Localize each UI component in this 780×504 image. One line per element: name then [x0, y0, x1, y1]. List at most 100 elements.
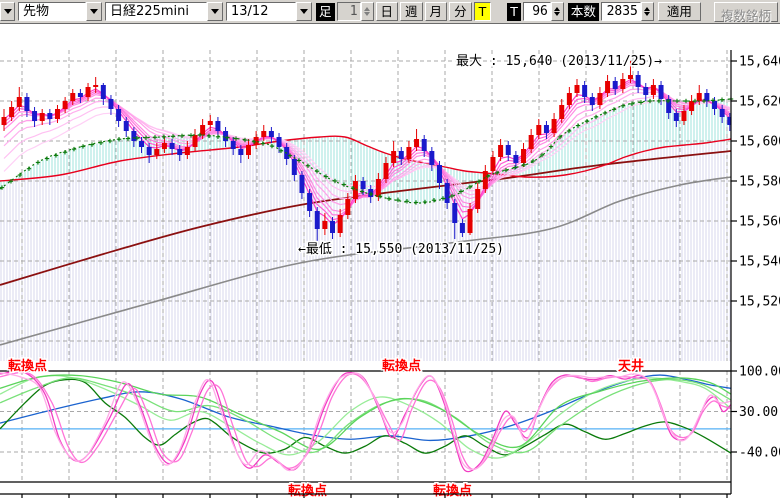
candle-up [521, 149, 527, 163]
candle-up [9, 107, 15, 117]
oscillator-axis-label: 30.00 [739, 405, 778, 420]
candle-down [421, 139, 427, 151]
candle-up [337, 215, 343, 233]
instrument-combo[interactable]: 日経225mini [105, 2, 223, 21]
period-week-button[interactable]: 週 [400, 2, 423, 21]
min-price-annotation: ←最低 : 15,550 (2013/11/25) [298, 242, 504, 257]
candle-down [589, 97, 595, 105]
candle-up [681, 111, 687, 121]
contract-month-dropdown-button[interactable] [296, 2, 312, 21]
candle-up [70, 93, 76, 101]
contract-month-combo[interactable]: 13/12 [226, 2, 312, 21]
candle-up [383, 163, 389, 179]
candle-down [612, 81, 618, 89]
oscillator-series-light-green-2 [0, 377, 731, 454]
candle-up [490, 157, 496, 171]
spinner-icon[interactable] [550, 2, 564, 21]
tick-count-value: 96 [522, 2, 551, 21]
candle-down [330, 221, 336, 233]
candle-down [139, 141, 145, 147]
period-day-button[interactable]: 日 [375, 2, 399, 21]
candle-up [161, 143, 167, 149]
price-axis-label: 15,540 [739, 255, 780, 270]
candle-down [658, 85, 664, 99]
signal-label-bottom: 転換点 [433, 483, 472, 499]
candle-down [704, 93, 710, 101]
instrument-type-dropdown-button[interactable] [86, 2, 102, 21]
tick-count-stepper[interactable]: 96 [522, 2, 564, 21]
candle-up [200, 125, 206, 135]
multi-symbol-button[interactable]: 複数銘柄 [713, 2, 778, 23]
candle-down [177, 149, 183, 155]
max-price-annotation: 最大 : 15,640 (2013/11/25)→ [456, 54, 662, 69]
candle-down [436, 165, 442, 183]
candle-up [689, 101, 695, 111]
candle-up [406, 147, 412, 159]
candle-up [54, 109, 60, 119]
candle-down [24, 97, 30, 111]
left-combo-stub[interactable] [0, 2, 15, 21]
candle-down [268, 131, 274, 137]
candle-up [551, 119, 557, 133]
candle-up [184, 147, 190, 155]
candle-up [627, 75, 633, 79]
candle-down [543, 125, 549, 133]
candle-up [467, 209, 473, 233]
candle-up [1, 117, 7, 125]
candle-down [582, 85, 588, 97]
candle-up [245, 145, 251, 155]
bar-count-stepper[interactable]: 2835 [600, 2, 654, 21]
chart-canvas[interactable]: 最大 : 15,640 (2013/11/25)→ ←最低 : 15,550 (2… [0, 24, 780, 504]
period-minute-button[interactable]: 分 [449, 2, 472, 21]
instrument-type-combo[interactable]: 先物 [18, 2, 102, 21]
candle-down [314, 211, 320, 229]
candle-down [276, 137, 282, 147]
candle-up [414, 139, 420, 147]
cloud-fill [0, 99, 731, 361]
signal-label-bottom: 転換点 [288, 483, 327, 499]
instrument-value: 日経225mini [105, 2, 207, 21]
candle-down [230, 141, 236, 149]
dropdown-arrow-icon [300, 9, 308, 18]
candle-up [192, 135, 198, 147]
candle-down [100, 85, 106, 99]
candle-up [528, 135, 534, 149]
period-month-button[interactable]: 月 [424, 2, 448, 21]
spinner-icon[interactable] [640, 2, 654, 21]
price-axis-label: 15,580 [739, 175, 780, 190]
candle-up [39, 113, 45, 121]
interval-stepper[interactable]: 1 [336, 2, 374, 21]
candle-down [635, 75, 641, 87]
toolbar: 先物 日経225mini 13/12 足 1 日 週 月 分 T T 96 本数… [0, 0, 780, 24]
candle-down [429, 151, 435, 165]
signal-label-top: 転換点 [8, 358, 47, 374]
candle-down [77, 93, 83, 97]
candle-up [475, 189, 481, 209]
candle-up [566, 93, 572, 105]
period-tick-button[interactable]: T [473, 2, 492, 21]
chart-area: 最大 : 15,640 (2013/11/25)→ ←最低 : 15,550 (2… [0, 24, 780, 504]
price-axis-label: 15,520 [739, 295, 780, 310]
instrument-dropdown-button[interactable] [207, 2, 223, 21]
candle-down [123, 121, 129, 131]
candle-up [574, 85, 580, 93]
candle-up [605, 81, 611, 93]
dropdown-arrow-icon [90, 9, 98, 18]
candle-down [398, 151, 404, 159]
candle-down [452, 203, 458, 223]
candle-down [307, 193, 313, 211]
oscillator-axis-label: -40.00 [739, 446, 780, 461]
candle-down [291, 159, 297, 175]
candle-down [32, 111, 38, 121]
apply-button[interactable]: 適用 [657, 2, 701, 21]
tick-count-label: T [507, 2, 521, 21]
candle-up [559, 105, 565, 119]
candle-up [597, 93, 603, 105]
candle-down [673, 113, 679, 121]
spinner-icon[interactable] [360, 2, 374, 21]
signal-label-top: 転換点 [382, 358, 421, 374]
dropdown-arrow-icon [3, 9, 12, 18]
bar-type-label: 足 [316, 2, 335, 21]
candle-down [47, 113, 53, 119]
candle-down [116, 109, 122, 121]
